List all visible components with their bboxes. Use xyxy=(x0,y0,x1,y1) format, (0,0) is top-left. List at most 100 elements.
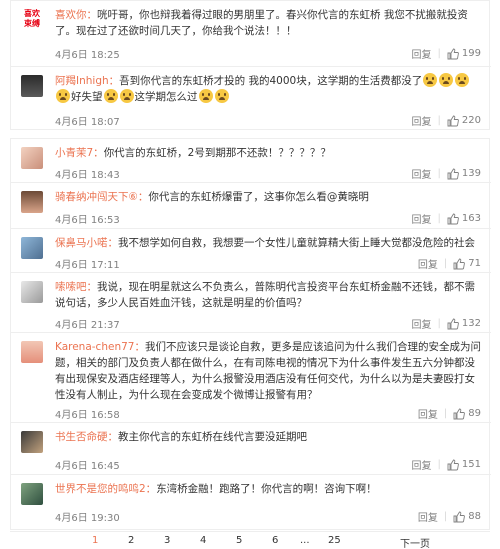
thumbs-up-icon[interactable] xyxy=(453,511,465,523)
reply-button[interactable]: 回复 xyxy=(412,166,432,181)
reply-button[interactable]: 回复 xyxy=(418,406,438,421)
page-link[interactable]: 3 xyxy=(164,535,170,546)
reply-button[interactable]: 回复 xyxy=(412,46,432,61)
thumbs-up-icon[interactable] xyxy=(447,168,459,180)
divider: | xyxy=(437,48,441,59)
comment-text: 吾到你代言的东虹桥才投的 我的4000块，这学期的生活费都没了 xyxy=(119,75,423,87)
comment-date: 4月6日 19:30 xyxy=(55,513,120,524)
comment-username[interactable]: 嗦嗦吧： xyxy=(55,281,97,293)
thumbs-up-icon[interactable] xyxy=(453,408,465,420)
like-count: 220 xyxy=(461,115,481,126)
next-page-button[interactable]: 下一页 xyxy=(400,535,430,549)
like-count: 89 xyxy=(468,408,481,419)
page-link[interactable]: 2 xyxy=(128,535,134,546)
comment-date: 4月6日 17:11 xyxy=(55,260,120,271)
crying-face-icon xyxy=(455,73,470,87)
comment-body: Karena-chen77：我们不应该只是谈论自救，更多是应该追问为什么我们合理… xyxy=(55,339,481,403)
like-count: 199 xyxy=(461,48,481,59)
comment-date: 4月6日 18:43 xyxy=(55,170,120,181)
comment-item: 小青茉7：你代言的东虹桥，2号到期那不还款！？？？？？ 4月6日 18:43 回… xyxy=(11,139,491,183)
page-link-current[interactable]: 1 xyxy=(92,535,98,546)
comment-actions: 回复 | 88 xyxy=(418,509,481,524)
comment-username[interactable]: 喜欢你： xyxy=(55,9,97,21)
comment-actions: 回复 | 151 xyxy=(412,457,481,472)
comment-item: 嗦嗦吧：我说，现在明星就这么不负责么，普陈明代言投资平台东虹桥金融不还钱，都不需… xyxy=(11,273,491,333)
comment-date: 4月6日 16:58 xyxy=(55,410,120,421)
avatar[interactable] xyxy=(21,281,43,303)
divider: | xyxy=(437,213,441,224)
comment-body: 喜欢你：咣吁哥，你也辩我着得过眼的男朋里了。春兴你代言的东虹桥 我您不扰搬就投资… xyxy=(55,7,481,39)
reply-button[interactable]: 回复 xyxy=(418,256,438,271)
crying-face-icon xyxy=(56,89,70,103)
divider: | xyxy=(443,408,448,419)
comment-text: 教主你代言的东虹桥在线代言要没延期吧 xyxy=(118,431,307,443)
avatar[interactable] xyxy=(21,483,43,505)
page-link-last[interactable]: 25 xyxy=(328,535,341,546)
comment-actions: 回复 | 139 xyxy=(412,166,481,181)
comment-text: 咣吁哥，你也辩我着得过眼的男朋里了。春兴你代言的东虹桥 我您不扰搬就投资了。现在… xyxy=(55,9,468,37)
comment-username[interactable]: 小青茉7： xyxy=(55,147,104,159)
reply-button[interactable]: 回复 xyxy=(412,211,432,226)
divider: | xyxy=(443,258,448,269)
comment-body: 保鼻马小喏：我不想学如何自救，我想要一个女性儿童就算精大街上睡大觉都没危险的社会 xyxy=(55,235,481,251)
comment-body: 骑春纳冲闯天下⑥：你代言的东虹桥爆雷了，这事你怎么看@黄晓明 xyxy=(55,189,481,205)
thumbs-up-icon[interactable] xyxy=(447,115,459,127)
comment-item: 喜欢束缚 喜欢你：咣吁哥，你也辩我着得过眼的男朋里了。春兴你代言的东虹桥 我您不… xyxy=(11,1,491,67)
page-link[interactable]: 4 xyxy=(200,535,206,546)
comment-actions: 回复 | 71 xyxy=(418,256,481,271)
avatar[interactable]: 喜欢束缚 xyxy=(21,9,43,31)
comment-text: 这学期怎么过 xyxy=(134,91,198,103)
divider: | xyxy=(443,511,448,522)
comment-body: 小青茉7：你代言的东虹桥，2号到期那不还款！？？？？？ xyxy=(55,145,481,161)
comment-text: 你代言的东虹桥，2号到期那不还款！？？？？？ xyxy=(103,147,331,159)
crying-face-icon xyxy=(103,89,118,103)
comment-date: 4月6日 18:25 xyxy=(55,50,120,61)
thumbs-up-icon[interactable] xyxy=(447,318,459,330)
crying-face-icon xyxy=(119,89,134,103)
page-link[interactable]: 6 xyxy=(272,535,278,546)
reply-button[interactable]: 回复 xyxy=(412,316,432,331)
comment-username[interactable]: 骑春纳冲闯天下⑥： xyxy=(55,191,148,203)
comment-body: 书生否命硬：教主你代言的东虹桥在线代言要没延期吧 xyxy=(55,429,481,445)
comment-actions: 回复 | 132 xyxy=(412,316,481,331)
comment-date: 4月6日 18:07 xyxy=(55,117,120,128)
comment-username[interactable]: 书生否命硬： xyxy=(55,431,118,443)
comment-actions: 回复 | 199 xyxy=(412,46,481,61)
reply-button[interactable]: 回复 xyxy=(412,113,432,128)
avatar[interactable] xyxy=(21,191,43,213)
avatar[interactable] xyxy=(21,75,43,97)
avatar[interactable] xyxy=(21,341,43,363)
comment-username[interactable]: 阿羯Inhigh： xyxy=(55,75,119,87)
comment-username[interactable]: Karena-chen77： xyxy=(55,341,145,353)
crying-face-icon xyxy=(439,73,454,87)
comment-text: 我说，现在明星就这么不负责么，普陈明代言投资平台东虹桥金融不还钱，都不需说句话，… xyxy=(55,281,475,309)
comment-username[interactable]: 世界不是您的鸣鸣2： xyxy=(55,483,156,495)
reply-button[interactable]: 回复 xyxy=(418,509,438,524)
crying-face-icon xyxy=(198,89,213,103)
divider: | xyxy=(437,168,441,179)
thumbs-up-icon[interactable] xyxy=(447,48,459,60)
avatar[interactable] xyxy=(21,147,43,169)
comment-text: 我不想学如何自救，我想要一个女性儿童就算精大街上睡大觉都没危险的社会 xyxy=(118,237,475,249)
comment-actions: 回复 | 163 xyxy=(412,211,481,226)
comment-item: Karena-chen77：我们不应该只是谈论自救，更多是应该追问为什么我们合理… xyxy=(11,333,491,423)
comment-body: 嗦嗦吧：我说，现在明星就这么不负责么，普陈明代言投资平台东虹桥金融不还钱，都不需… xyxy=(55,279,481,311)
page-link[interactable]: 5 xyxy=(236,535,242,546)
crying-face-icon xyxy=(423,73,438,87)
thumbs-up-icon[interactable] xyxy=(447,459,459,471)
like-count: 71 xyxy=(468,258,481,269)
avatar[interactable] xyxy=(21,431,43,453)
thumbs-up-icon[interactable] xyxy=(453,258,465,270)
thumbs-up-icon[interactable] xyxy=(447,213,459,225)
like-count: 151 xyxy=(461,459,481,470)
comment-username[interactable]: 保鼻马小喏： xyxy=(55,237,118,249)
comment-item: 书生否命硬：教主你代言的东虹桥在线代言要没延期吧 4月6日 16:45 回复 |… xyxy=(11,423,491,475)
like-count: 139 xyxy=(461,168,481,179)
comment-body: 阿羯Inhigh：吾到你代言的东虹桥才投的 我的4000块，这学期的生活费都没了… xyxy=(55,73,481,105)
comment-actions: 回复 | 89 xyxy=(418,406,481,421)
comment-actions: 回复 | 220 xyxy=(412,113,481,128)
divider: | xyxy=(437,318,441,329)
avatar[interactable] xyxy=(21,237,43,259)
comment-item: 保鼻马小喏：我不想学如何自救，我想要一个女性儿童就算精大街上睡大觉都没危险的社会… xyxy=(11,229,491,273)
reply-button[interactable]: 回复 xyxy=(412,457,432,472)
